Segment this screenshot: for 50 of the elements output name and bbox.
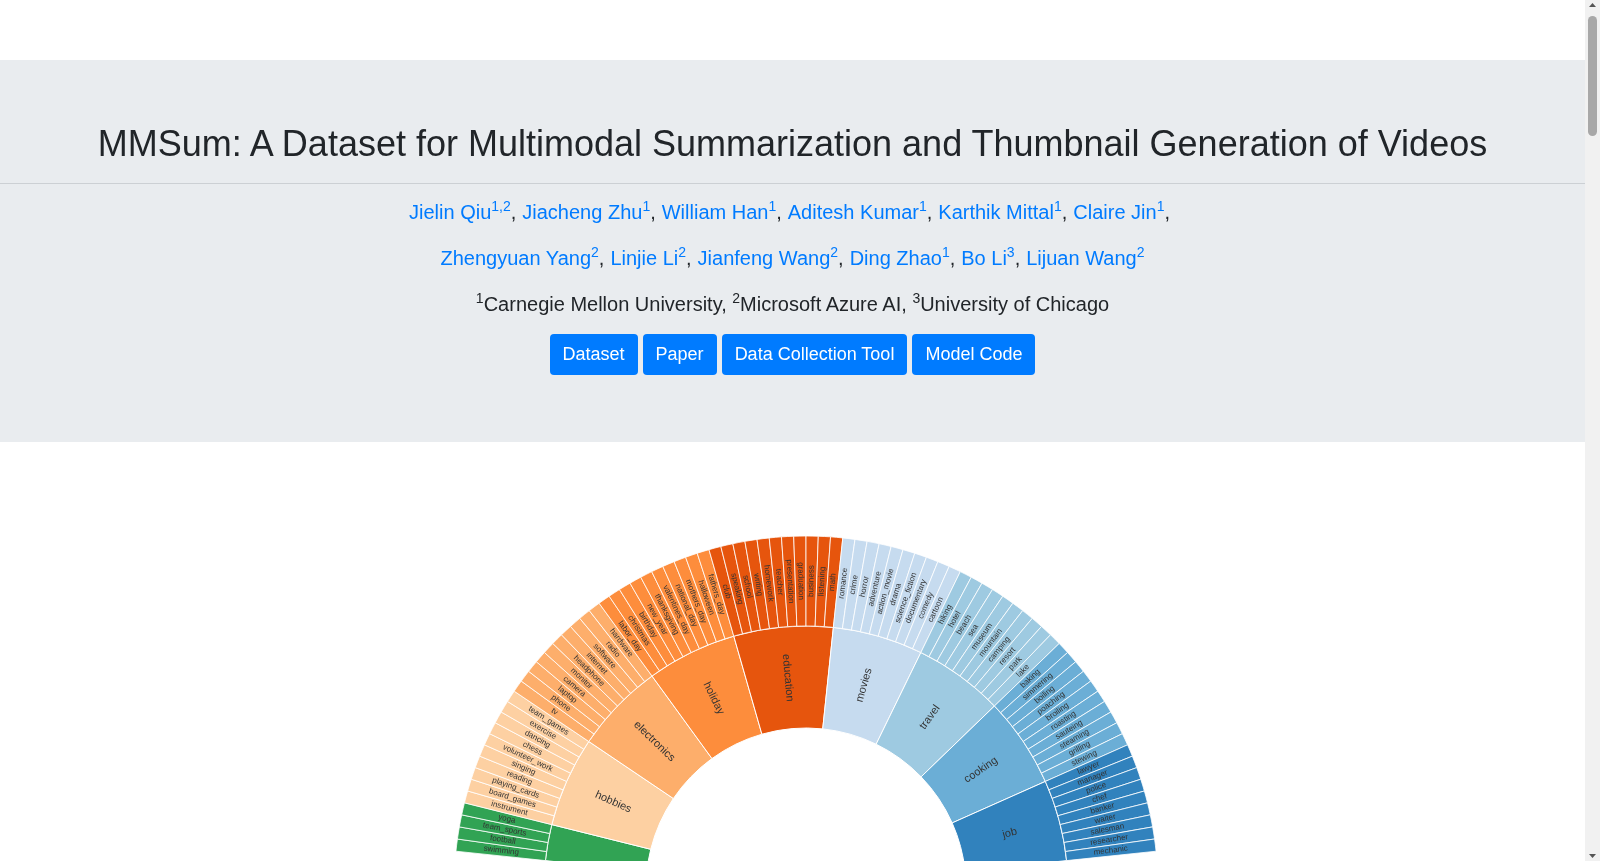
segment-label: business	[806, 565, 816, 597]
author-link[interactable]: William Han$^{1}$	[661, 200, 777, 225]
separator: ,	[1014, 246, 1021, 271]
author-link[interactable]: Zhengyuan Yang$^{2}$	[440, 246, 599, 271]
segment-label: education	[780, 653, 797, 702]
sunburst-segment[interactable]	[733, 625, 834, 735]
author-link[interactable]: Bo Li$^{3}$	[961, 246, 1015, 271]
link-button[interactable]: Data Collection Tool	[721, 334, 908, 376]
segment-label: crime	[847, 574, 860, 596]
segment-label: movies	[852, 666, 874, 704]
segment-label: school	[741, 574, 755, 599]
author-link[interactable]: Karthik Mittal$^{1}$	[938, 200, 1062, 225]
segment-label: yoga	[497, 812, 517, 825]
separator: ,	[776, 200, 782, 225]
separator: ,	[650, 200, 656, 225]
author-link[interactable]: Ding Zhao$^{1}$	[849, 246, 950, 271]
author-link[interactable]: Jiacheng Zhu$^{1}$	[522, 200, 651, 225]
segment-label: math	[827, 572, 838, 592]
segment-label: romance	[836, 567, 850, 600]
affiliations-text: $^{1}$Carnegie Mellon University, $^{2}$Microsoft Azure AI, $^{3}$University of Chicago	[475, 292, 1110, 317]
link-button[interactable]: Dataset	[549, 334, 638, 376]
separator: ,	[838, 246, 844, 271]
separator: ,	[926, 200, 933, 225]
segment-label: graduation	[796, 562, 806, 600]
segment-label: listening	[816, 566, 827, 597]
separator: ,	[598, 246, 605, 271]
separator: ,	[949, 246, 956, 271]
author-link[interactable]: Jianfeng Wang$^{2}$	[697, 246, 839, 271]
scrollbar[interactable]	[1585, 0, 1600, 861]
segment-label: horror	[857, 575, 871, 598]
scrollbar-thumb[interactable]	[1588, 16, 1597, 136]
segment-label: writing	[752, 572, 765, 597]
separator: ,	[1164, 200, 1170, 225]
separator: ,	[1061, 200, 1068, 225]
segment-label: club	[720, 583, 734, 600]
link-button[interactable]: Paper	[642, 334, 717, 376]
author-link[interactable]: Claire Jin$^{1}$	[1073, 200, 1165, 225]
separator: ,	[686, 246, 692, 271]
segment-label: job	[1000, 824, 1019, 841]
segment-label: teacher	[774, 568, 786, 596]
separator: ,	[510, 200, 517, 225]
page-title: MMSum: A Dataset for Multimodal Summarization and Thumbnail Generation of Videos	[97, 122, 1488, 166]
author-link[interactable]: Lijuan Wang$^{2}$	[1026, 246, 1145, 271]
segment-label: homework	[762, 564, 776, 603]
author-link[interactable]: Jielin Qiu$^{1,2}$	[409, 200, 511, 225]
segment-label: presentation	[784, 559, 796, 604]
author-link[interactable]: Linjie Li$^{2}$	[610, 246, 686, 271]
sunburst-segment[interactable]	[951, 780, 1068, 861]
author-link[interactable]: Aditesh Kumar$^{1}$	[787, 200, 927, 225]
link-button[interactable]: Model Code	[912, 334, 1036, 376]
